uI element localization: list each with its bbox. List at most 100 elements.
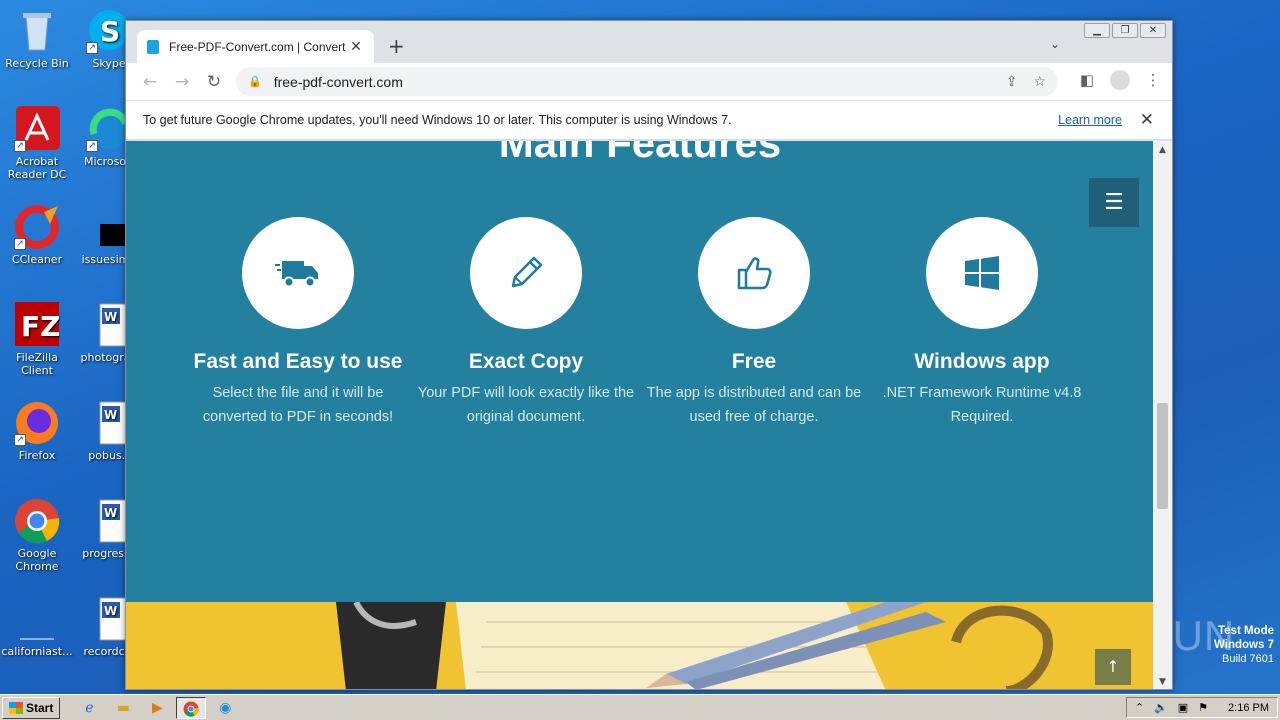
svg-text:FZ: FZ: [21, 310, 60, 343]
feature-exact-copy: Exact Copy Your PDF will look exactly li…: [412, 217, 640, 429]
desktop-icon-ccleaner[interactable]: ↗ CCleaner: [0, 204, 74, 266]
minimize-button[interactable]: ▁: [1084, 23, 1110, 38]
feature-windows-app: Windows app .NET Framework Runtime v4.8 …: [868, 217, 1096, 429]
page-viewport: Main Features ☰ Fast and Easy to use Sel…: [126, 141, 1154, 689]
action-center-flag-icon[interactable]: ⚑: [1198, 701, 1208, 714]
ccleaner-icon: ↗: [14, 204, 60, 250]
desktop-icon-firefox[interactable]: ↗ Firefox: [0, 400, 74, 462]
taskbar-ie-icon[interactable]: ℯ: [74, 697, 104, 719]
desktop-icon-filezilla[interactable]: FZ FileZilla Client: [0, 302, 74, 377]
section-heading: Main Features: [498, 141, 782, 166]
forward-button[interactable]: →: [166, 72, 198, 92]
desktop-icon-label: Skype: [92, 57, 126, 70]
desktop-icon-chrome[interactable]: Google Chrome: [0, 498, 74, 573]
feature-title: Exact Copy: [468, 350, 584, 373]
desktop-icon-label: Recycle Bin: [5, 57, 69, 70]
restore-button[interactable]: ❐: [1112, 23, 1138, 38]
shortcut-arrow-icon: ↗: [86, 140, 98, 152]
svg-text:W: W: [104, 604, 117, 618]
watermark-line: Build 7601: [1222, 653, 1274, 665]
tab-title: Free-PDF-Convert.com | Convert hu: [169, 39, 348, 54]
lock-icon[interactable]: 🔒: [248, 75, 262, 88]
file-icon: [14, 596, 60, 642]
close-window-button[interactable]: ✕: [1140, 23, 1166, 38]
desktop-icon-californiast[interactable]: californiast...: [0, 596, 74, 658]
share-icon[interactable]: ⇪: [1006, 74, 1018, 90]
scroll-down-arrow-icon[interactable]: ▼: [1153, 677, 1172, 687]
desktop-icon-label: Google Chrome: [15, 547, 59, 573]
desktop-icon-recycle-bin[interactable]: Recycle Bin: [0, 8, 74, 70]
taskbar: Start ℯ ▬ ▶ ◉ ⌃ 🔈 ▣ ⚑ 2:16 PM: [0, 694, 1280, 720]
filezilla-icon: FZ: [14, 302, 60, 348]
watermark-line: Test Mode: [1217, 625, 1274, 637]
svg-text:W: W: [104, 506, 117, 520]
scroll-to-top-button[interactable]: ↑: [1095, 649, 1131, 685]
tray-expand-icon[interactable]: ⌃: [1135, 701, 1144, 714]
start-button[interactable]: Start: [2, 696, 61, 719]
profile-avatar-icon[interactable]: [1110, 70, 1130, 90]
desktop-icon-label: Firefox: [18, 449, 56, 462]
desktop-icon-label: californiast...: [1, 645, 73, 658]
system-tray: ⌃ 🔈 ▣ ⚑ 2:16 PM: [1125, 697, 1278, 718]
menu-kebab-icon[interactable]: ⋮: [1144, 71, 1162, 89]
desktop-icon-label: Acrobat Reader DC: [7, 155, 67, 181]
shortcut-arrow-icon: ↗: [14, 434, 26, 446]
hamburger-menu-button[interactable]: ☰: [1089, 178, 1139, 227]
watermark-line: Windows 7: [1214, 639, 1274, 651]
feature-free: Free The app is distributed and can be u…: [640, 217, 868, 429]
taskbar-edge-icon[interactable]: ◉: [210, 697, 240, 719]
desktop-icon-label: CCleaner: [11, 253, 63, 266]
taskbar-chrome-icon[interactable]: [176, 696, 207, 719]
browser-tab[interactable]: Free-PDF-Convert.com | Convert hu ✕: [137, 30, 374, 63]
close-infobar-icon[interactable]: ✕: [1140, 110, 1154, 130]
feature-title: Free: [731, 350, 777, 373]
desktop-icon-label: pobus.r: [88, 449, 130, 462]
window-controls: ▁ ❐ ✕: [1084, 23, 1166, 38]
windows-flag-icon: [9, 701, 23, 714]
taskbar-clock[interactable]: 2:16 PM: [1228, 702, 1269, 714]
chrome-window: ▁ ❐ ✕ Free-PDF-Convert.com | Convert hu …: [125, 20, 1173, 690]
page-scrollbar[interactable]: ▲ ▼: [1153, 141, 1172, 689]
feature-fast-easy: Fast and Easy to use Select the file and…: [184, 217, 412, 429]
feature-text: .NET Framework Runtime v4.8 Required.: [882, 385, 1082, 425]
feature-text: Select the file and it will be converted…: [202, 385, 394, 425]
update-infobar: To get future Google Chrome updates, you…: [126, 100, 1172, 140]
address-bar[interactable]: 🔒 free-pdf-convert.com ⇪ ☆: [236, 67, 1058, 96]
new-tab-button[interactable]: +: [388, 34, 405, 58]
taskbar-explorer-icon[interactable]: ▬: [108, 697, 138, 719]
acrobat-icon: ↗: [14, 106, 60, 152]
thumbs-up-icon: [698, 217, 810, 329]
browser-toolbar: ← → ↻ 🔒 free-pdf-convert.com ⇪ ☆ ◧ ⋮: [126, 63, 1172, 100]
shortcut-arrow-icon: ↗: [14, 140, 26, 152]
pencil-icon: [470, 217, 582, 329]
test-mode-watermark: Test Mode Windows 7 Build 7601: [1214, 624, 1274, 666]
hero-banner-image: [126, 602, 1154, 689]
toolbar-right: ◧ ⋮: [1078, 70, 1162, 90]
svg-text:W: W: [104, 408, 117, 422]
feature-text: The app is distributed and can be used f…: [646, 385, 862, 425]
svg-text:W: W: [104, 310, 117, 324]
bookmark-star-icon[interactable]: ☆: [1033, 74, 1046, 90]
firefox-icon: ↗: [14, 400, 60, 446]
back-button[interactable]: ←: [134, 72, 166, 92]
scrollbar-thumb[interactable]: [1157, 403, 1168, 509]
reload-button[interactable]: ↻: [198, 72, 230, 92]
close-tab-icon[interactable]: ✕: [348, 39, 364, 55]
favicon-icon: [147, 39, 159, 54]
side-panel-icon[interactable]: ◧: [1078, 71, 1096, 89]
tab-search-icon[interactable]: ⌄: [1050, 37, 1060, 51]
chrome-icon: [14, 498, 60, 544]
scroll-up-arrow-icon[interactable]: ▲: [1153, 145, 1172, 155]
shortcut-arrow-icon: ↗: [86, 42, 98, 54]
volume-icon[interactable]: 🔈: [1154, 701, 1168, 714]
shortcut-arrow-icon: ↗: [14, 238, 26, 250]
learn-more-link[interactable]: Learn more: [1058, 113, 1122, 127]
desktop-icon-label: FileZilla Client: [16, 351, 58, 377]
infobar-message: To get future Google Chrome updates, you…: [143, 113, 732, 127]
url-text[interactable]: free-pdf-convert.com: [274, 74, 990, 90]
desktop-icon-acrobat[interactable]: ↗ Acrobat Reader DC: [0, 106, 74, 181]
network-icon[interactable]: ▣: [1178, 701, 1188, 714]
feature-title: Fast and Easy to use: [193, 350, 403, 373]
start-label: Start: [26, 700, 54, 715]
taskbar-media-player-icon[interactable]: ▶: [142, 697, 172, 719]
